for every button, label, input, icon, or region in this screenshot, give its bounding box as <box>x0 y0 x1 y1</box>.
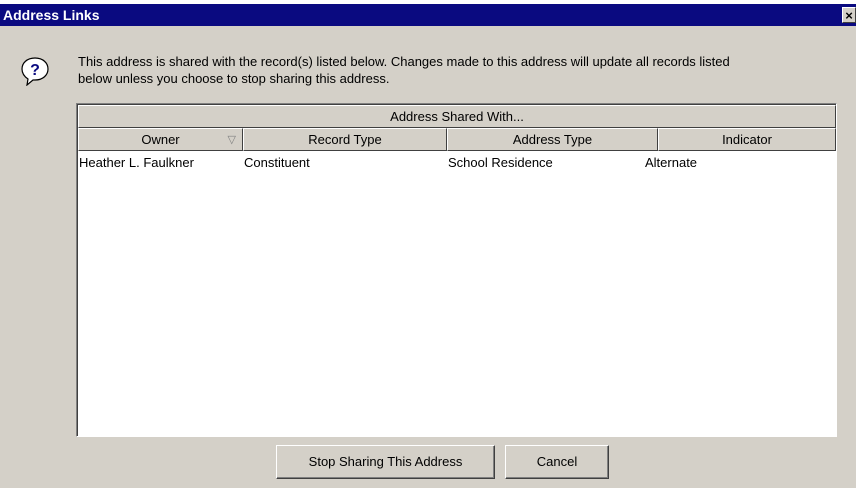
column-header-record-type[interactable]: Record Type <box>243 128 447 151</box>
table-row[interactable]: Heather L. Faulkner Constituent School R… <box>78 153 836 173</box>
message-line-2: below unless you choose to stop sharing … <box>78 71 390 86</box>
cell-address-type: School Residence <box>448 155 553 170</box>
column-header-owner-label: Owner <box>141 132 180 147</box>
column-header-owner[interactable]: Owner ▽ <box>78 128 243 151</box>
close-button[interactable]: × <box>842 7 856 23</box>
message-line-1: This address is shared with the record(s… <box>78 54 730 69</box>
close-icon: × <box>845 8 853 23</box>
question-glyph: ? <box>30 62 40 79</box>
cancel-button[interactable]: Cancel <box>505 445 609 479</box>
stop-sharing-button[interactable]: Stop Sharing This Address <box>276 445 495 479</box>
cell-record-type: Constituent <box>244 155 310 170</box>
window-title: Address Links <box>3 7 100 23</box>
cell-owner: Heather L. Faulkner <box>79 155 194 170</box>
column-header-address-type[interactable]: Address Type <box>447 128 658 151</box>
cell-indicator: Alternate <box>645 155 698 170</box>
sort-descending-icon: ▽ <box>227 134 236 146</box>
column-header-indicator[interactable]: Indicator <box>658 128 836 151</box>
shared-address-grid: Address Shared With... Owner ▽ Record Ty… <box>76 103 837 437</box>
address-links-dialog: Address Links × ? This address is shared… <box>0 4 856 488</box>
title-bar[interactable]: Address Links × <box>0 4 856 26</box>
question-icon: ? <box>21 57 49 86</box>
info-message: This address is shared with the record(s… <box>78 53 838 87</box>
group-header: Address Shared With... <box>78 105 836 128</box>
